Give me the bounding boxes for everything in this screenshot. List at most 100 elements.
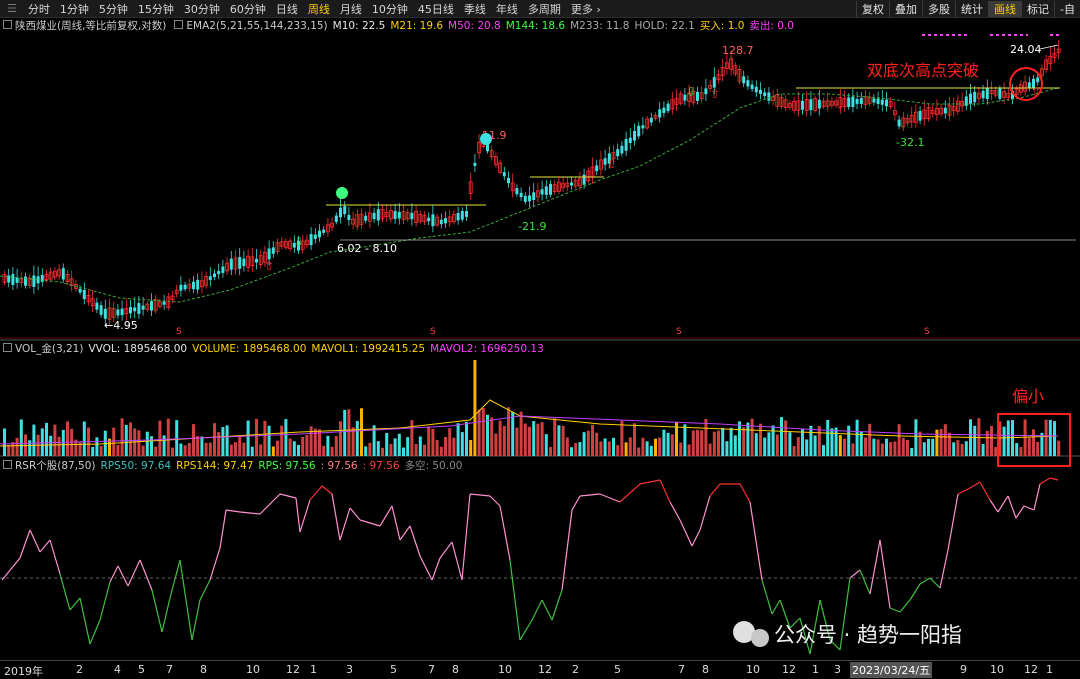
volume-bar xyxy=(742,427,746,456)
volume-bar xyxy=(704,418,708,456)
time-axis-label: 2019年 xyxy=(4,665,43,678)
rsr-segment xyxy=(571,495,581,511)
rsr-segment xyxy=(379,505,393,527)
volume-bar xyxy=(582,432,586,456)
rsr-segment xyxy=(127,559,141,587)
rsr-segment xyxy=(1033,483,1041,511)
volume-bar xyxy=(456,423,460,456)
volume-bar xyxy=(574,442,578,456)
volume-bar xyxy=(187,443,191,456)
volume-bar xyxy=(360,408,363,456)
candle-body xyxy=(439,219,443,225)
volume-bar xyxy=(679,442,683,456)
rsr-segment xyxy=(1007,495,1017,519)
collapse-icon[interactable] xyxy=(3,460,12,469)
volume-bar xyxy=(95,437,99,456)
chart-canvas[interactable]: ←4.956.02 - 8.1011.9-21.9128.7-32.124.04… xyxy=(0,0,1080,660)
rsr-segment xyxy=(869,539,881,595)
volume-bar xyxy=(284,419,288,456)
volume-bar xyxy=(57,436,61,456)
volume-bar xyxy=(410,420,414,456)
rsr-segment xyxy=(225,509,241,513)
rsr-segment xyxy=(59,573,71,611)
candle-body xyxy=(309,234,313,246)
volume-bar xyxy=(276,440,279,456)
candle-body xyxy=(103,308,107,319)
volume-bar xyxy=(775,434,779,456)
rsr-segment xyxy=(439,541,453,559)
candle-body xyxy=(133,307,137,312)
collapse-icon[interactable] xyxy=(3,20,12,29)
candle-body xyxy=(759,89,762,94)
candle-body xyxy=(519,192,523,198)
rsr-segment xyxy=(49,539,61,575)
volume-bar xyxy=(61,429,65,456)
time-axis-label: 2 xyxy=(572,663,579,676)
indicator-value: M233: 11.8 xyxy=(570,20,630,32)
indicator-value: 多空: 50.00 xyxy=(404,460,463,472)
volume-bar xyxy=(271,446,275,456)
collapse-icon[interactable] xyxy=(3,343,12,352)
candle-body xyxy=(397,211,401,219)
candle-body xyxy=(502,172,506,177)
candle-body xyxy=(465,211,468,217)
candle-body xyxy=(32,275,36,287)
buy-signal-icon xyxy=(336,187,348,199)
volume-bar xyxy=(557,425,561,456)
collapse-icon[interactable] xyxy=(174,20,184,29)
rsr-segment xyxy=(1015,505,1025,519)
volume-bar xyxy=(78,441,82,456)
volume-bar xyxy=(494,433,498,456)
rsr-segment xyxy=(599,493,621,503)
candle-body xyxy=(129,307,132,314)
volume-bar xyxy=(116,444,120,456)
candle-body xyxy=(221,266,225,273)
rsr-segment xyxy=(531,599,543,621)
volume-bar xyxy=(309,426,313,456)
time-axis-label: 7 xyxy=(428,663,435,676)
candle-body xyxy=(242,258,246,267)
rsr-segment xyxy=(1049,477,1059,481)
volume-bar xyxy=(221,427,225,456)
candle-body xyxy=(855,99,859,104)
volume-bar xyxy=(473,360,477,456)
rsr-segment xyxy=(259,493,281,515)
volume-bar xyxy=(607,441,611,456)
volume-bar xyxy=(746,422,750,456)
rsr-segment xyxy=(109,565,119,583)
main-title: 陕西煤业(周线,等比前复权,对数) xyxy=(15,20,167,32)
indicator-value: 买入: 1.0 xyxy=(699,20,745,32)
price-annotation: 128.7 xyxy=(722,44,754,57)
rsr-segment xyxy=(117,565,129,587)
time-axis-label: 5 xyxy=(138,663,145,676)
candle-body xyxy=(507,177,510,184)
rsr-segment xyxy=(919,577,931,585)
indicator-value: M10: 22.5 xyxy=(332,20,386,32)
time-axis-label: 10 xyxy=(498,663,512,676)
volume-bar xyxy=(843,438,846,456)
candle-body xyxy=(969,93,972,104)
rsr-segment xyxy=(431,557,441,581)
volume-bar xyxy=(981,444,985,456)
candle-body xyxy=(582,174,586,185)
candle-body xyxy=(918,111,922,121)
arrow-up-icon: ⇧ xyxy=(710,87,720,101)
candle-body xyxy=(658,109,662,118)
volume-bar xyxy=(234,442,237,456)
rsr-segment xyxy=(849,569,861,579)
volume-bar xyxy=(990,425,993,456)
rsr-segment xyxy=(761,579,773,615)
pointer-line xyxy=(1039,44,1059,50)
volume-bar xyxy=(620,420,624,456)
candle-body xyxy=(754,86,758,93)
indicator-value: VVOL: 1895468.00 xyxy=(88,343,188,355)
time-axis-label: 12 xyxy=(782,663,796,676)
rsr-segment xyxy=(619,483,641,503)
watermark-text: 公众号 · 趋势一阳指 xyxy=(774,623,962,647)
volume-bar xyxy=(91,446,95,456)
candle-body xyxy=(633,130,636,141)
volume-bar xyxy=(288,438,292,456)
volume-bar xyxy=(1048,419,1052,456)
volume-bar xyxy=(66,421,69,456)
rsr-segment xyxy=(299,499,311,533)
